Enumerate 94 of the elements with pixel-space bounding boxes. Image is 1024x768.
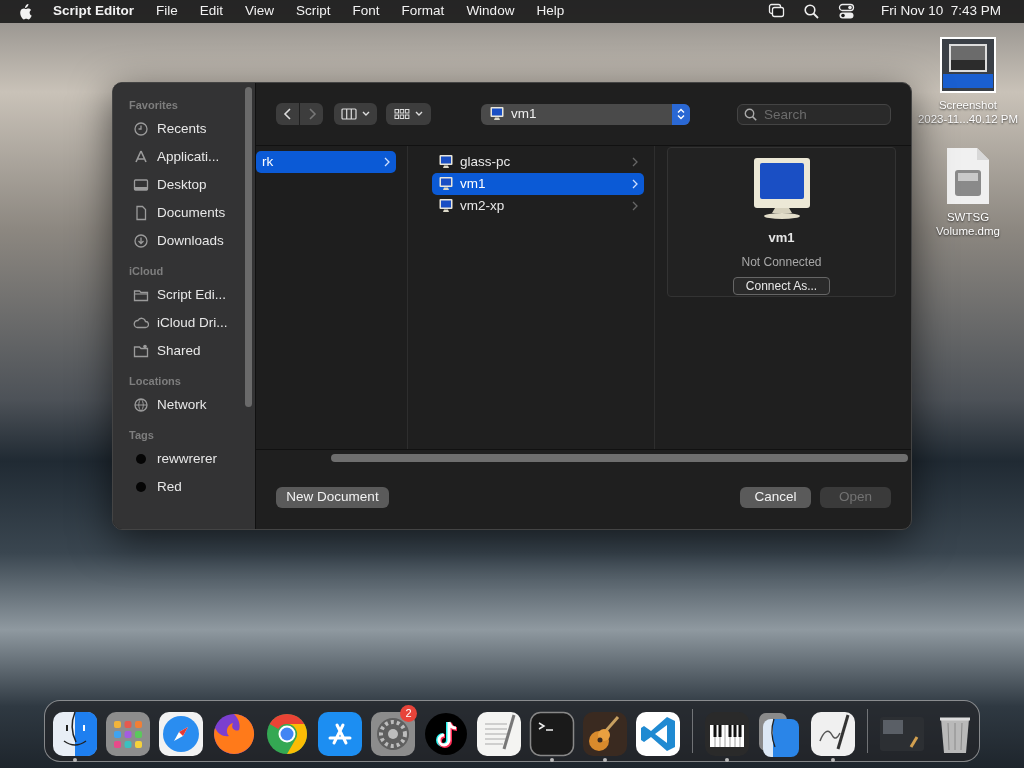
sidebar-section-heading: Tags — [128, 428, 155, 443]
dialog-button[interactable]: New Document — [276, 486, 389, 508]
preview-name: vm1 — [768, 229, 795, 247]
compass-icon[interactable] — [158, 711, 204, 757]
file-browser-item[interactable]: vm1 — [432, 173, 644, 195]
columns-icon — [341, 108, 357, 120]
search-icon[interactable] — [802, 3, 820, 20]
file-browser-item[interactable]: rk — [256, 151, 396, 173]
sidebar-item[interactable]: Recents — [113, 115, 255, 143]
folder-icon — [133, 287, 149, 303]
sidebar-section-heading: Locations — [128, 374, 182, 389]
connect-as-button[interactable]: Connect As... — [732, 276, 831, 295]
forward-button[interactable] — [300, 103, 323, 125]
sidebar-item[interactable]: Documents — [113, 199, 255, 227]
gear-icon[interactable] — [370, 711, 416, 757]
monitor-icon — [489, 106, 505, 122]
stacked-windows-icon[interactable] — [767, 3, 785, 20]
sidebar-item[interactable]: Shared — [113, 337, 255, 365]
menu-item[interactable]: Edit — [188, 1, 235, 22]
dialog-button[interactable]: Cancel — [740, 486, 811, 508]
running-indicator-dot — [831, 758, 835, 762]
prompt-window-icon[interactable] — [529, 711, 575, 757]
control-toggles-icon[interactable] — [837, 3, 855, 20]
sidebar-section-heading: Favorites — [128, 98, 179, 113]
path-popup[interactable]: vm1 — [481, 103, 690, 125]
apps-icon — [133, 149, 149, 165]
sidebar-item[interactable]: Script Edi... — [113, 281, 255, 309]
menu-item[interactable]: Format — [390, 1, 456, 22]
sidebar-item[interactable]: Network — [113, 391, 255, 419]
menu-item[interactable]: Script — [285, 1, 342, 22]
search-field[interactable]: Search — [737, 103, 891, 125]
caret-icon — [415, 111, 423, 117]
menu-item[interactable]: File — [145, 1, 189, 22]
sidebar-item[interactable]: iCloud Dri... — [113, 309, 255, 337]
color-ring-icon[interactable] — [264, 711, 310, 757]
running-indicator-dot — [73, 758, 77, 762]
back-button[interactable] — [276, 103, 299, 125]
monitor-icon — [438, 154, 454, 170]
chevron-right-icon — [384, 157, 390, 167]
menu-item[interactable]: View — [234, 1, 286, 22]
desktop-icon-label[interactable]: SWTSG Volume.dmg — [936, 210, 1000, 239]
menu-item[interactable]: Help — [525, 1, 576, 22]
sidebar-item[interactable]: Desktop — [113, 171, 255, 199]
scrollbar-thumb[interactable] — [331, 453, 908, 462]
document-icon — [133, 205, 149, 221]
sidebar-section-heading: iCloud — [128, 264, 165, 279]
paper-pen-icon[interactable] — [810, 711, 856, 757]
monitor-icon — [438, 198, 454, 214]
chevron-left-icon — [282, 108, 293, 120]
sidebar-item[interactable]: rewwrerer — [113, 445, 255, 473]
tag-dot-icon — [133, 451, 149, 467]
desktop-icon — [133, 177, 149, 193]
computer-monitor-icon — [752, 156, 811, 220]
search-icon — [744, 107, 757, 121]
column-view-button[interactable] — [334, 103, 377, 125]
chevron-right-icon — [632, 157, 638, 167]
running-indicator-dot — [603, 758, 607, 762]
clock-icon — [133, 121, 149, 137]
sidebar-item[interactable]: Red — [113, 473, 255, 501]
running-indicator-dot — [725, 758, 729, 762]
file-browser-item[interactable]: vm2-xp — [432, 195, 644, 217]
guitar-icon[interactable] — [582, 711, 628, 757]
group-button[interactable] — [386, 103, 431, 125]
screenshot-thumbnail-icon[interactable] — [939, 36, 997, 94]
chevron-right-icon — [632, 179, 638, 189]
sidebar-item[interactable]: Applicati... — [113, 143, 255, 171]
shared-folder-icon — [133, 343, 149, 359]
menu-item[interactable]: Window — [455, 1, 526, 22]
scrollbar-thumb[interactable] — [245, 87, 252, 407]
menu-item[interactable]: Font — [341, 1, 391, 22]
download-icon — [133, 233, 149, 249]
globe-icon — [133, 397, 149, 413]
apple-logo-icon[interactable] — [18, 3, 32, 20]
stepper-arrows-icon — [677, 108, 685, 120]
paper-pen-icon[interactable] — [476, 711, 522, 757]
menu-app-name[interactable]: Script Editor — [42, 1, 145, 22]
monitor-icon — [438, 176, 454, 192]
flame-globe-icon[interactable] — [211, 711, 257, 757]
connection-status: Not Connected — [741, 253, 822, 271]
app-grid-icon[interactable] — [105, 711, 151, 757]
icon-grid-icon — [394, 108, 410, 120]
menu-clock[interactable]: Fri Nov 10 7:43 PM — [869, 1, 1012, 22]
cloud-icon — [133, 315, 149, 331]
piano-keys-icon[interactable] — [704, 711, 750, 757]
file-browser-item[interactable]: glass-pc — [432, 151, 644, 173]
tag-dot-icon — [133, 479, 149, 495]
caret-icon — [362, 111, 370, 117]
chevron-right-icon — [632, 201, 638, 211]
running-indicator-dot — [550, 758, 554, 762]
music-note-icon[interactable] — [423, 711, 469, 757]
chevron-right-icon — [306, 108, 317, 120]
ribbon-icon[interactable] — [635, 711, 681, 757]
smiling-face-icon[interactable] — [52, 711, 98, 757]
sidebar-item[interactable]: Downloads — [113, 227, 255, 255]
